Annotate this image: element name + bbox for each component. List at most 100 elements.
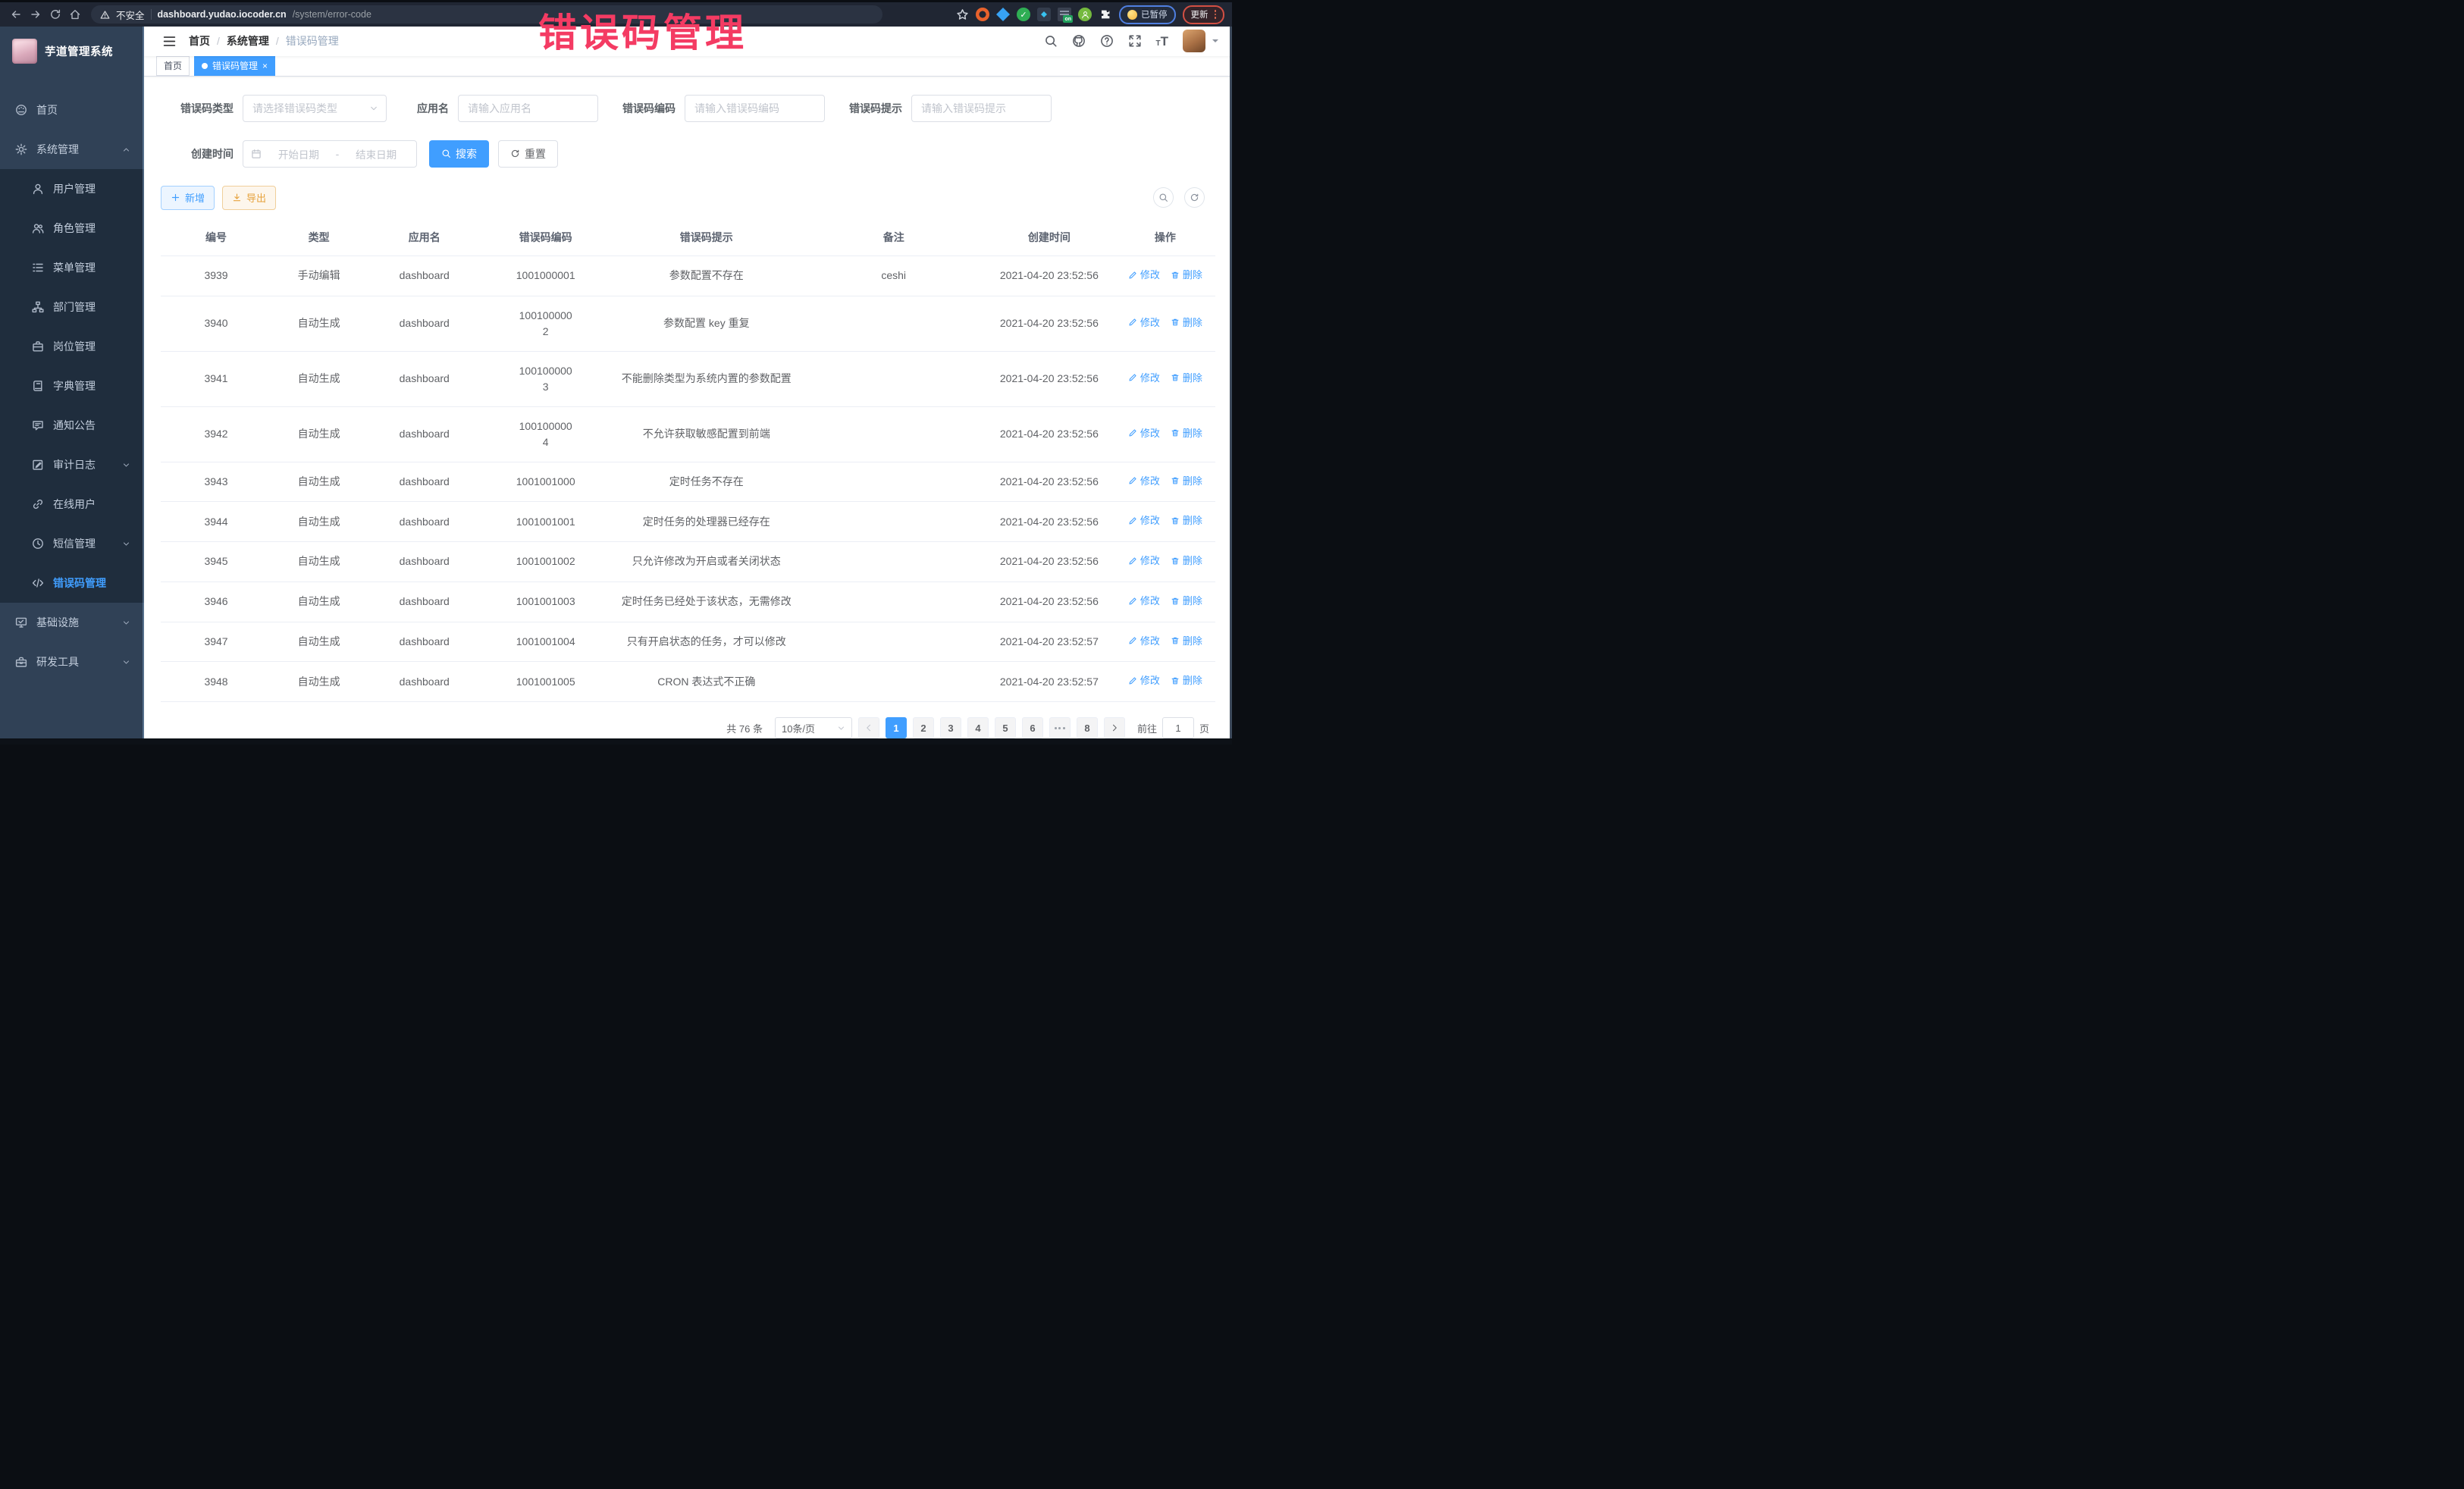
pagination-prev-button[interactable] (858, 717, 879, 738)
error-hint-input[interactable] (911, 95, 1052, 122)
sidebar-item-6[interactable]: 岗位管理 (0, 327, 144, 366)
delete-link[interactable]: 删除 (1171, 673, 1202, 688)
breadcrumb-home[interactable]: 首页 (189, 33, 210, 49)
pagination-page-2[interactable]: 2 (913, 717, 934, 738)
cell-msg: 只有开启状态的任务，才可以修改 (609, 622, 804, 662)
pagination-total: 共 76 条 (726, 721, 763, 735)
hamburger-icon[interactable] (162, 34, 177, 49)
extension-gem-icon[interactable] (996, 8, 1010, 21)
delete-link[interactable]: 删除 (1171, 594, 1202, 609)
extension-puzzle-icon[interactable] (1099, 8, 1112, 21)
edit-link[interactable]: 修改 (1128, 371, 1160, 386)
font-size-icon[interactable]: TT (1156, 35, 1169, 48)
tab-error-code[interactable]: 错误码管理 × (194, 56, 275, 76)
back-button[interactable] (8, 6, 24, 23)
window-scrollbar[interactable] (1230, 27, 1232, 738)
home-button[interactable] (67, 6, 83, 23)
bookmark-star-icon[interactable] (956, 8, 969, 21)
sidebar-item-12[interactable]: 错误码管理 (0, 563, 144, 603)
delete-link[interactable]: 删除 (1171, 513, 1202, 528)
cell-type: 自动生成 (271, 542, 366, 582)
pagination-page-5[interactable]: 5 (995, 717, 1016, 738)
delete-link[interactable]: 删除 (1171, 553, 1202, 569)
sidebar-item-9[interactable]: 审计日志 (0, 445, 144, 484)
delete-link[interactable]: 删除 (1171, 474, 1202, 489)
delete-link[interactable]: 删除 (1171, 426, 1202, 441)
edit-link[interactable]: 修改 (1128, 268, 1160, 283)
pagination-page-6[interactable]: 6 (1022, 717, 1043, 738)
github-icon[interactable] (1072, 34, 1086, 48)
add-button[interactable]: 新增 (161, 186, 215, 210)
extension-switch-icon[interactable]: on (1058, 8, 1071, 21)
export-button[interactable]: 导出 (222, 186, 276, 210)
cell-app: dashboard (366, 662, 482, 702)
search-button[interactable]: 搜索 (429, 140, 489, 168)
toggle-search-button[interactable] (1153, 187, 1174, 208)
sidebar-item-11[interactable]: 短信管理 (0, 524, 144, 563)
delete-link[interactable]: 删除 (1171, 634, 1202, 649)
delete-link[interactable]: 删除 (1171, 315, 1202, 331)
pagination-next-button[interactable] (1104, 717, 1125, 738)
app-name-input[interactable] (458, 95, 598, 122)
sidebar-logo[interactable]: 芋道管理系统 (0, 27, 144, 75)
filter-hint-label: 错误码提示 (849, 101, 911, 116)
sidebar-item-5[interactable]: 部门管理 (0, 287, 144, 327)
delete-link[interactable]: 删除 (1171, 268, 1202, 283)
error-code-input[interactable] (685, 95, 825, 122)
help-icon[interactable] (1100, 34, 1114, 48)
reset-button[interactable]: 重置 (498, 140, 558, 168)
trash-icon (1171, 271, 1180, 280)
reload-button[interactable] (47, 6, 64, 23)
search-icon[interactable] (1044, 34, 1058, 48)
pagination-page-3[interactable]: 3 (940, 717, 961, 738)
edit-link[interactable]: 修改 (1128, 553, 1160, 569)
cell-type: 手动编辑 (271, 255, 366, 296)
chrome-update-button[interactable]: 更新 (1183, 5, 1225, 24)
tab-home[interactable]: 首页 (156, 56, 190, 76)
sidebar-item-14[interactable]: 研发工具 (0, 642, 144, 682)
pagination-ellipsis[interactable] (1049, 717, 1071, 738)
sidebar-item-4[interactable]: 菜单管理 (0, 248, 144, 287)
sidebar-item-13[interactable]: 基础设施 (0, 603, 144, 642)
sidebar-item-0[interactable]: 首页 (0, 90, 144, 130)
cell-memo: ceshi (804, 255, 983, 296)
fullscreen-icon[interactable] (1128, 34, 1142, 48)
pagination-page-1[interactable]: 1 (886, 717, 907, 738)
pagination-page-8[interactable]: 8 (1077, 717, 1098, 738)
address-bar[interactable]: 不安全 dashboard.yudao.iocoder.cn/system/er… (91, 5, 882, 24)
pagination-page-4[interactable]: 4 (967, 717, 989, 738)
extension-check-icon[interactable]: ✓ (1017, 8, 1030, 21)
sidebar-item-1[interactable]: 系统管理 (0, 130, 144, 169)
breadcrumb-system[interactable]: 系统管理 (227, 33, 269, 49)
edit-link[interactable]: 修改 (1128, 594, 1160, 609)
edit-link[interactable]: 修改 (1128, 474, 1160, 489)
sidebar-item-10[interactable]: 在线用户 (0, 484, 144, 524)
sidebar-item-2[interactable]: 用户管理 (0, 169, 144, 208)
error-type-select[interactable]: 请选择错误码类型 (243, 95, 387, 122)
extension-shield-icon[interactable] (976, 8, 989, 21)
table-row: 3941自动生成dashboard1001000003不能删除类型为系统内置的参… (161, 351, 1215, 406)
extension-grid-icon[interactable] (1037, 8, 1051, 21)
caret-down-icon[interactable] (1212, 39, 1218, 45)
sidebar-item-7[interactable]: 字典管理 (0, 366, 144, 406)
edit-link[interactable]: 修改 (1128, 426, 1160, 441)
kebab-menu-icon[interactable] (1215, 10, 1217, 19)
tab-close-icon[interactable]: × (262, 61, 268, 71)
edit-link[interactable]: 修改 (1128, 315, 1160, 331)
profile-paused-badge[interactable]: 已暂停 (1119, 5, 1176, 24)
cell-msg: 定时任务已经处于该状态，无需修改 (609, 581, 804, 622)
user-avatar[interactable] (1183, 30, 1205, 52)
date-range-picker[interactable]: 开始日期 - 结束日期 (243, 140, 417, 168)
delete-link[interactable]: 删除 (1171, 371, 1202, 386)
edit-link[interactable]: 修改 (1128, 673, 1160, 688)
page-size-select[interactable]: 10条/页 (775, 717, 852, 738)
edit-label: 修改 (1140, 315, 1160, 331)
edit-link[interactable]: 修改 (1128, 513, 1160, 528)
sidebar-item-3[interactable]: 角色管理 (0, 208, 144, 248)
edit-link[interactable]: 修改 (1128, 634, 1160, 649)
goto-page-input[interactable] (1162, 717, 1194, 738)
forward-button[interactable] (27, 6, 44, 23)
sidebar-item-8[interactable]: 通知公告 (0, 406, 144, 445)
extension-person-icon[interactable] (1078, 8, 1092, 21)
refresh-table-button[interactable] (1184, 187, 1205, 208)
